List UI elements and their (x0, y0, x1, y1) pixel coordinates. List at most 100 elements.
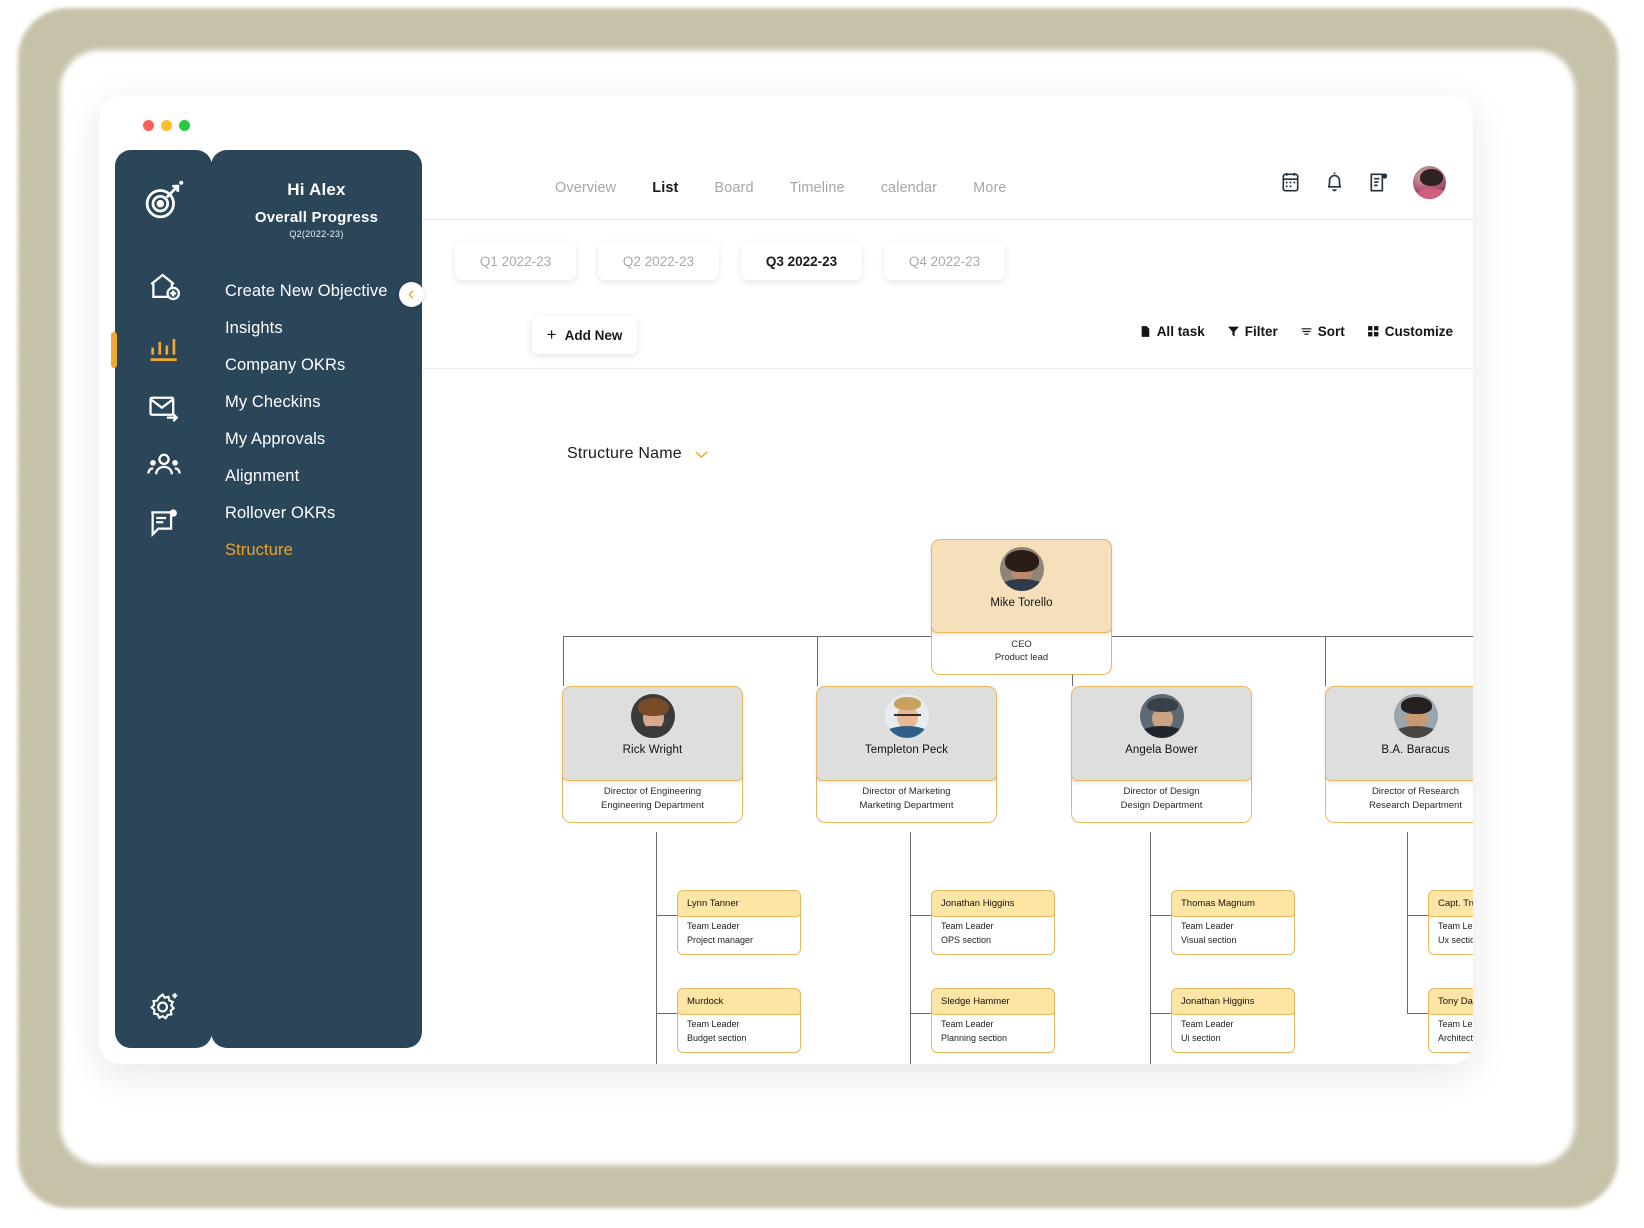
leaf-body: Team Leader Project manager (677, 913, 801, 955)
close-window-button[interactable] (143, 120, 154, 131)
quarter-q4[interactable]: Q4 2022-23 (884, 242, 1005, 280)
org-leaf-4-1[interactable]: Capt. Trunk Team Leader Ux section (1428, 890, 1473, 955)
filter-icon (1227, 326, 1239, 337)
nav-item-company-okrs[interactable]: Company OKRs (211, 347, 422, 384)
org-card-body: CEO Product lead (931, 627, 1112, 675)
all-task-button[interactable]: All task (1139, 324, 1205, 339)
nav-panel: Hi Alex Overall Progress Q2(2022-23) Cre… (211, 150, 422, 1048)
org-card-manager-3[interactable]: Angela Bower Director of Design Design D… (1071, 686, 1252, 823)
sort-button[interactable]: Sort (1300, 324, 1345, 339)
org-card-dept: Research Department (1369, 800, 1462, 811)
org-card-dept: Marketing Department (859, 800, 954, 811)
org-leaf-1-1[interactable]: Lynn Tanner Team Leader Project manager (677, 890, 801, 955)
rail-active-indicator (111, 332, 117, 368)
maximize-window-button[interactable] (179, 120, 190, 131)
org-card-manager-4[interactable]: B.A. Baracus Director of Research Resear… (1325, 686, 1473, 823)
quarter-q1[interactable]: Q1 2022-23 (455, 242, 576, 280)
leaf-section: OPS section (941, 934, 992, 945)
tab-list[interactable]: List (652, 180, 678, 196)
leaf-name: Thomas Magnum (1171, 890, 1295, 917)
leaf-role: Team Leader (1181, 921, 1234, 931)
org-card-header: Mike Torello (931, 539, 1112, 633)
document-check-icon (1141, 326, 1149, 337)
org-leaf-3-1[interactable]: Thomas Magnum Team Leader Visual section (1171, 890, 1295, 955)
tab-more[interactable]: More (973, 180, 1006, 196)
logo-target-icon[interactable] (142, 178, 186, 222)
org-leaf-2-2[interactable]: Sledge Hammer Team Leader Planning secti… (931, 988, 1055, 1053)
collapse-sidebar-button[interactable] (399, 282, 424, 307)
tab-timeline[interactable]: Timeline (790, 180, 845, 196)
connector (656, 832, 658, 1064)
minimize-window-button[interactable] (161, 120, 172, 131)
org-card-ceo[interactable]: Mike Torello CEO Product lead (931, 539, 1112, 675)
nav-item-my-approvals[interactable]: My Approvals (211, 421, 422, 458)
progress-subtitle: Overall Progress (254, 209, 379, 226)
org-card-name: Rick Wright (622, 744, 683, 756)
org-card-role: Director of Research (1371, 786, 1460, 797)
leaf-body: Team Leader Ui section (1171, 1011, 1295, 1053)
org-leaf-3-2[interactable]: Jonathan Higgins Team Leader Ui section (1171, 988, 1295, 1053)
org-leaf-2-1[interactable]: Jonathan Higgins Team Leader OPS section (931, 890, 1055, 955)
calendar-icon[interactable] (1279, 171, 1302, 194)
nav-item-rollover-okrs[interactable]: Rollover OKRs (211, 495, 422, 532)
gear-plus-icon[interactable] (147, 990, 181, 1024)
org-leaf-4-2[interactable]: Tony Danza Team Leader Architecture sect… (1428, 988, 1473, 1053)
main-content: Overview List Board Timeline calendar Mo… (422, 150, 1473, 1064)
quarter-q2[interactable]: Q2 2022-23 (598, 242, 719, 280)
tab-overview[interactable]: Overview (555, 180, 616, 196)
mail-send-icon[interactable] (147, 390, 181, 424)
leaf-section: Ui section (1181, 1032, 1221, 1043)
avatar (884, 694, 929, 738)
connector (1325, 636, 1327, 686)
toolbar-divider (422, 368, 1473, 369)
nav-item-alignment[interactable]: Alignment (211, 458, 422, 495)
sort-icon (1301, 328, 1312, 335)
all-task-label: All task (1156, 324, 1205, 339)
connector (1407, 832, 1409, 1014)
leaf-role: Team Leader (1438, 1019, 1473, 1029)
nav-item-my-checkins[interactable]: My Checkins (211, 384, 422, 421)
window-titlebar (99, 96, 1473, 154)
nav-item-structure[interactable]: Structure (211, 532, 422, 569)
org-card-role: Director of Design (1123, 786, 1200, 797)
filter-button[interactable]: Filter (1227, 324, 1278, 339)
connector (563, 636, 565, 686)
org-card-body: Director of Research Research Department (1325, 775, 1473, 823)
org-card-header: B.A. Baracus (1325, 686, 1473, 781)
org-card-manager-2[interactable]: Templeton Peck Director of Marketing Mar… (816, 686, 997, 823)
nav-item-create-new-objective[interactable]: Create New Objective (211, 273, 422, 310)
user-avatar[interactable] (1411, 164, 1448, 201)
nav-item-insights[interactable]: Insights (211, 310, 422, 347)
connector (656, 1013, 677, 1015)
structure-name-label: Structure Name (567, 445, 682, 462)
people-icon[interactable] (146, 448, 181, 482)
org-leaf-1-2[interactable]: Murdock Team Leader Budget section (677, 988, 801, 1053)
tab-board[interactable]: Board (714, 180, 753, 196)
leaf-section: Ux section (1438, 934, 1473, 945)
quarter-q3[interactable]: Q3 2022-23 (741, 242, 862, 280)
org-chart: Mike Torello CEO Product lead Rick Wrigh… (422, 475, 1473, 1064)
document-notification-icon[interactable] (1367, 171, 1390, 194)
notes-icon[interactable] (147, 506, 181, 540)
tab-calendar[interactable]: calendar (881, 180, 937, 196)
nav-list: Create New Objective Insights Company OK… (211, 273, 422, 569)
home-add-icon[interactable] (147, 270, 181, 304)
connector (656, 915, 677, 917)
org-card-body: Director of Design Design Department (1071, 775, 1252, 823)
leaf-body: Team Leader Ux section (1428, 913, 1473, 955)
tab-list: Overview List Board Timeline calendar Mo… (555, 180, 1007, 196)
topbar-actions (1279, 164, 1448, 201)
leaf-body: Team Leader Planning section (931, 1011, 1055, 1053)
bar-chart-icon[interactable] (147, 332, 181, 366)
org-card-name: Angela Bower (1125, 744, 1198, 756)
org-card-manager-1[interactable]: Rick Wright Director of Engineering Engi… (562, 686, 743, 823)
sort-label: Sort (1317, 324, 1345, 339)
add-new-button[interactable]: + Add New (532, 316, 637, 354)
leaf-name: Sledge Hammer (931, 988, 1055, 1015)
grid-icon (1367, 326, 1379, 337)
customize-button[interactable]: Customize (1367, 324, 1453, 339)
add-new-label: Add New (564, 327, 623, 343)
bell-icon[interactable] (1323, 171, 1346, 194)
structure-name-dropdown[interactable]: Structure Name (567, 445, 709, 463)
leaf-section: Project manager (687, 934, 754, 945)
